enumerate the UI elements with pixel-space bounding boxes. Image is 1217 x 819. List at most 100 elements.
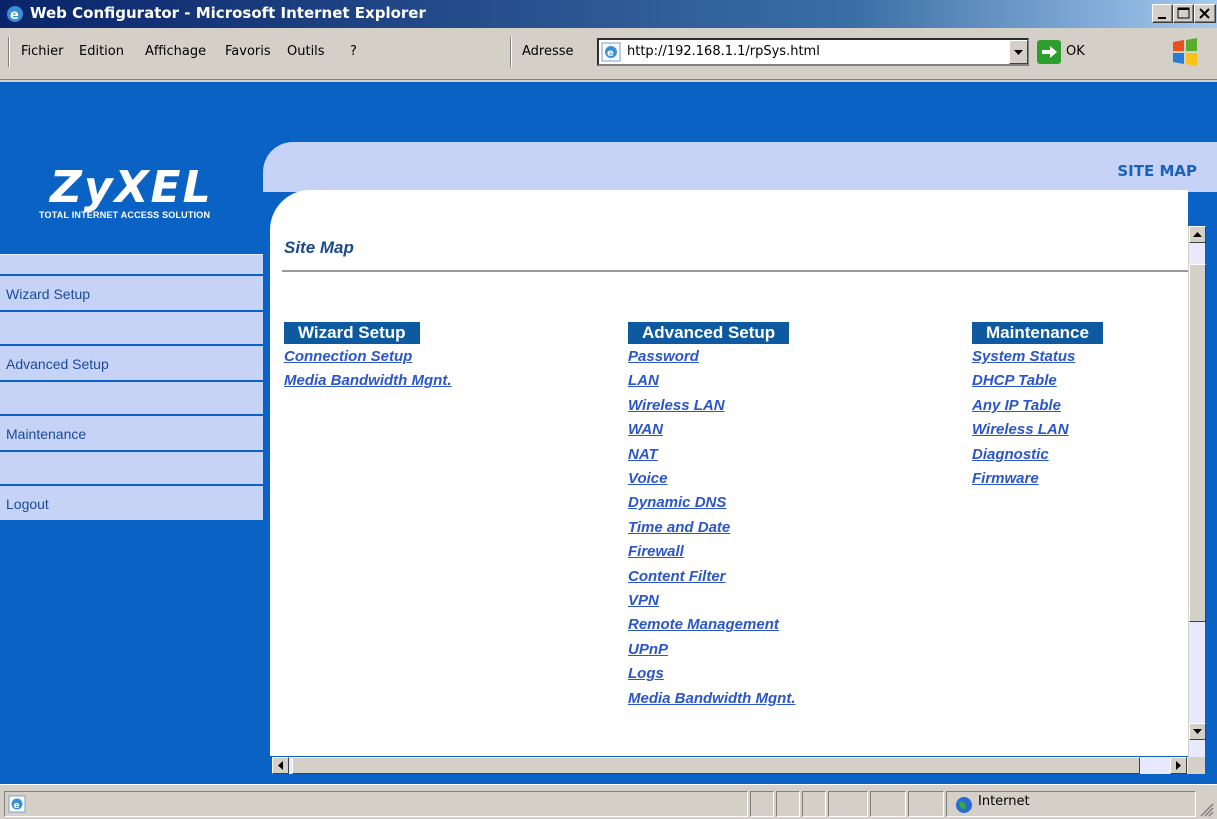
site-map-panel: Site Map Wizard Setup Connection Setup M… — [270, 190, 1188, 756]
vertical-scrollbar[interactable] — [1188, 226, 1206, 757]
scrollbar-corner — [1188, 757, 1205, 774]
address-label: Adresse — [522, 44, 574, 59]
menu-fichier[interactable]: Fichier — [21, 44, 64, 59]
vertical-scroll-thumb[interactable] — [1189, 264, 1206, 622]
go-button[interactable] — [1037, 40, 1061, 64]
scroll-left-button[interactable] — [272, 757, 289, 774]
sidebar-spacer — [0, 382, 263, 416]
window-title: Web Configurator - Microsoft Internet Ex… — [30, 4, 426, 22]
address-field[interactable]: e http://192.168.1.1/rpSys.html — [597, 38, 1029, 66]
column-heading: Advanced Setup — [628, 322, 790, 344]
sidebar-item-wizard-setup[interactable]: Wizard Setup — [0, 276, 263, 312]
title-bar: e Web Configurator - Microsoft Internet … — [0, 0, 1217, 28]
page-title: Site Map — [284, 238, 354, 257]
windows-logo-icon — [1173, 38, 1197, 66]
status-message-cell — [4, 791, 748, 817]
status-cell — [908, 791, 944, 817]
menu-favoris[interactable]: Favoris — [225, 44, 271, 59]
link-wireless-lan[interactable]: Wireless LAN — [972, 418, 1103, 442]
link-remote-management[interactable]: Remote Management — [628, 613, 795, 637]
go-label[interactable]: OK — [1066, 44, 1085, 59]
sidebar-item-advanced-setup[interactable]: Advanced Setup — [0, 346, 263, 382]
scroll-down-button[interactable] — [1189, 723, 1206, 740]
sidebar-item-logout[interactable]: Logout — [0, 486, 263, 522]
title-divider — [282, 270, 1188, 272]
arrow-down-icon — [1193, 729, 1202, 734]
link-voice[interactable]: Voice — [628, 467, 795, 491]
menu-affichage[interactable]: Affichage — [145, 44, 206, 59]
sidebar-item-maintenance[interactable]: Maintenance — [0, 416, 263, 452]
link-dhcp-table[interactable]: DHCP Table — [972, 369, 1103, 393]
link-any-ip-table[interactable]: Any IP Table — [972, 394, 1103, 418]
link-vpn[interactable]: VPN — [628, 589, 795, 613]
header-title: SITE MAP — [1117, 162, 1197, 180]
sidebar-spacer — [0, 254, 263, 276]
page-viewport: SITE MAP ZyXEL TOTAL INTERNET ACCESS SOL… — [0, 82, 1217, 784]
minimize-button[interactable] — [1152, 4, 1173, 23]
address-url: http://192.168.1.1/rpSys.html — [627, 44, 820, 59]
scroll-right-button[interactable] — [1170, 757, 1187, 774]
link-media-bandwidth[interactable]: Media Bandwidth Mgnt. — [628, 687, 795, 711]
status-cell — [750, 791, 774, 817]
link-upnp[interactable]: UPnP — [628, 638, 795, 662]
link-nat[interactable]: NAT — [628, 443, 795, 467]
address-dropdown-button[interactable] — [1009, 40, 1028, 64]
minimize-icon — [1158, 17, 1166, 19]
menu-edition[interactable]: Edition — [79, 44, 124, 59]
sidebar-spacer — [0, 452, 263, 486]
link-connection-setup[interactable]: Connection Setup — [284, 345, 451, 369]
menu-grip — [8, 37, 10, 67]
arrow-right-icon — [1176, 761, 1181, 770]
link-password[interactable]: Password — [628, 345, 795, 369]
chevron-down-icon — [1014, 50, 1023, 55]
link-dynamic-dns[interactable]: Dynamic DNS — [628, 491, 795, 515]
top-band — [0, 82, 1217, 140]
security-zone-label: Internet — [978, 794, 1030, 809]
svg-text:e: e — [10, 8, 19, 23]
maximize-button[interactable] — [1173, 4, 1194, 23]
link-firewall[interactable]: Firewall — [628, 540, 795, 564]
status-cell — [802, 791, 826, 817]
link-firmware[interactable]: Firmware — [972, 467, 1103, 491]
column-heading: Maintenance — [972, 322, 1103, 344]
column-wizard-setup: Wizard Setup Connection Setup Media Band… — [284, 322, 451, 394]
close-icon — [1199, 8, 1210, 19]
close-button[interactable] — [1194, 4, 1216, 23]
horizontal-scroll-thumb[interactable] — [292, 757, 1140, 774]
link-lan[interactable]: LAN — [628, 369, 795, 393]
link-system-status[interactable]: System Status — [972, 345, 1103, 369]
browser-window: e Web Configurator - Microsoft Internet … — [0, 0, 1217, 819]
zyxel-logo: ZyXEL — [50, 162, 213, 213]
header-strip — [263, 142, 1217, 192]
svg-text:e: e — [607, 48, 614, 59]
maximize-icon — [1177, 7, 1190, 19]
scroll-up-button[interactable] — [1189, 226, 1206, 243]
horizontal-scrollbar[interactable] — [272, 757, 1188, 774]
link-time-and-date[interactable]: Time and Date — [628, 516, 795, 540]
link-logs[interactable]: Logs — [628, 662, 795, 686]
arrow-left-icon — [278, 761, 283, 770]
menu-help[interactable]: ? — [350, 44, 357, 59]
page-icon: e — [601, 42, 621, 62]
link-diagnostic[interactable]: Diagnostic — [972, 443, 1103, 467]
address-grip — [510, 37, 512, 67]
sidebar-spacer — [0, 312, 263, 346]
link-media-bandwidth[interactable]: Media Bandwidth Mgnt. — [284, 369, 451, 393]
menu-outils[interactable]: Outils — [287, 44, 325, 59]
column-maintenance: Maintenance System Status DHCP Table Any… — [972, 322, 1103, 491]
column-heading: Wizard Setup — [284, 322, 420, 344]
status-cell — [870, 791, 906, 817]
status-cell — [828, 791, 868, 817]
link-wan[interactable]: WAN — [628, 418, 795, 442]
link-wireless-lan[interactable]: Wireless LAN — [628, 394, 795, 418]
logo-tagline: TOTAL INTERNET ACCESS SOLUTION — [39, 210, 211, 220]
sidebar: Wizard Setup Advanced Setup Maintenance … — [0, 254, 263, 522]
globe-icon — [956, 797, 972, 813]
link-content-filter[interactable]: Content Filter — [628, 565, 795, 589]
status-cell — [776, 791, 800, 817]
arrow-up-icon — [1193, 232, 1202, 237]
resize-grip-icon[interactable] — [1198, 801, 1214, 817]
status-bar: e Internet — [0, 784, 1217, 819]
ie-icon: e — [7, 6, 23, 23]
arrow-right-icon — [1042, 46, 1057, 58]
